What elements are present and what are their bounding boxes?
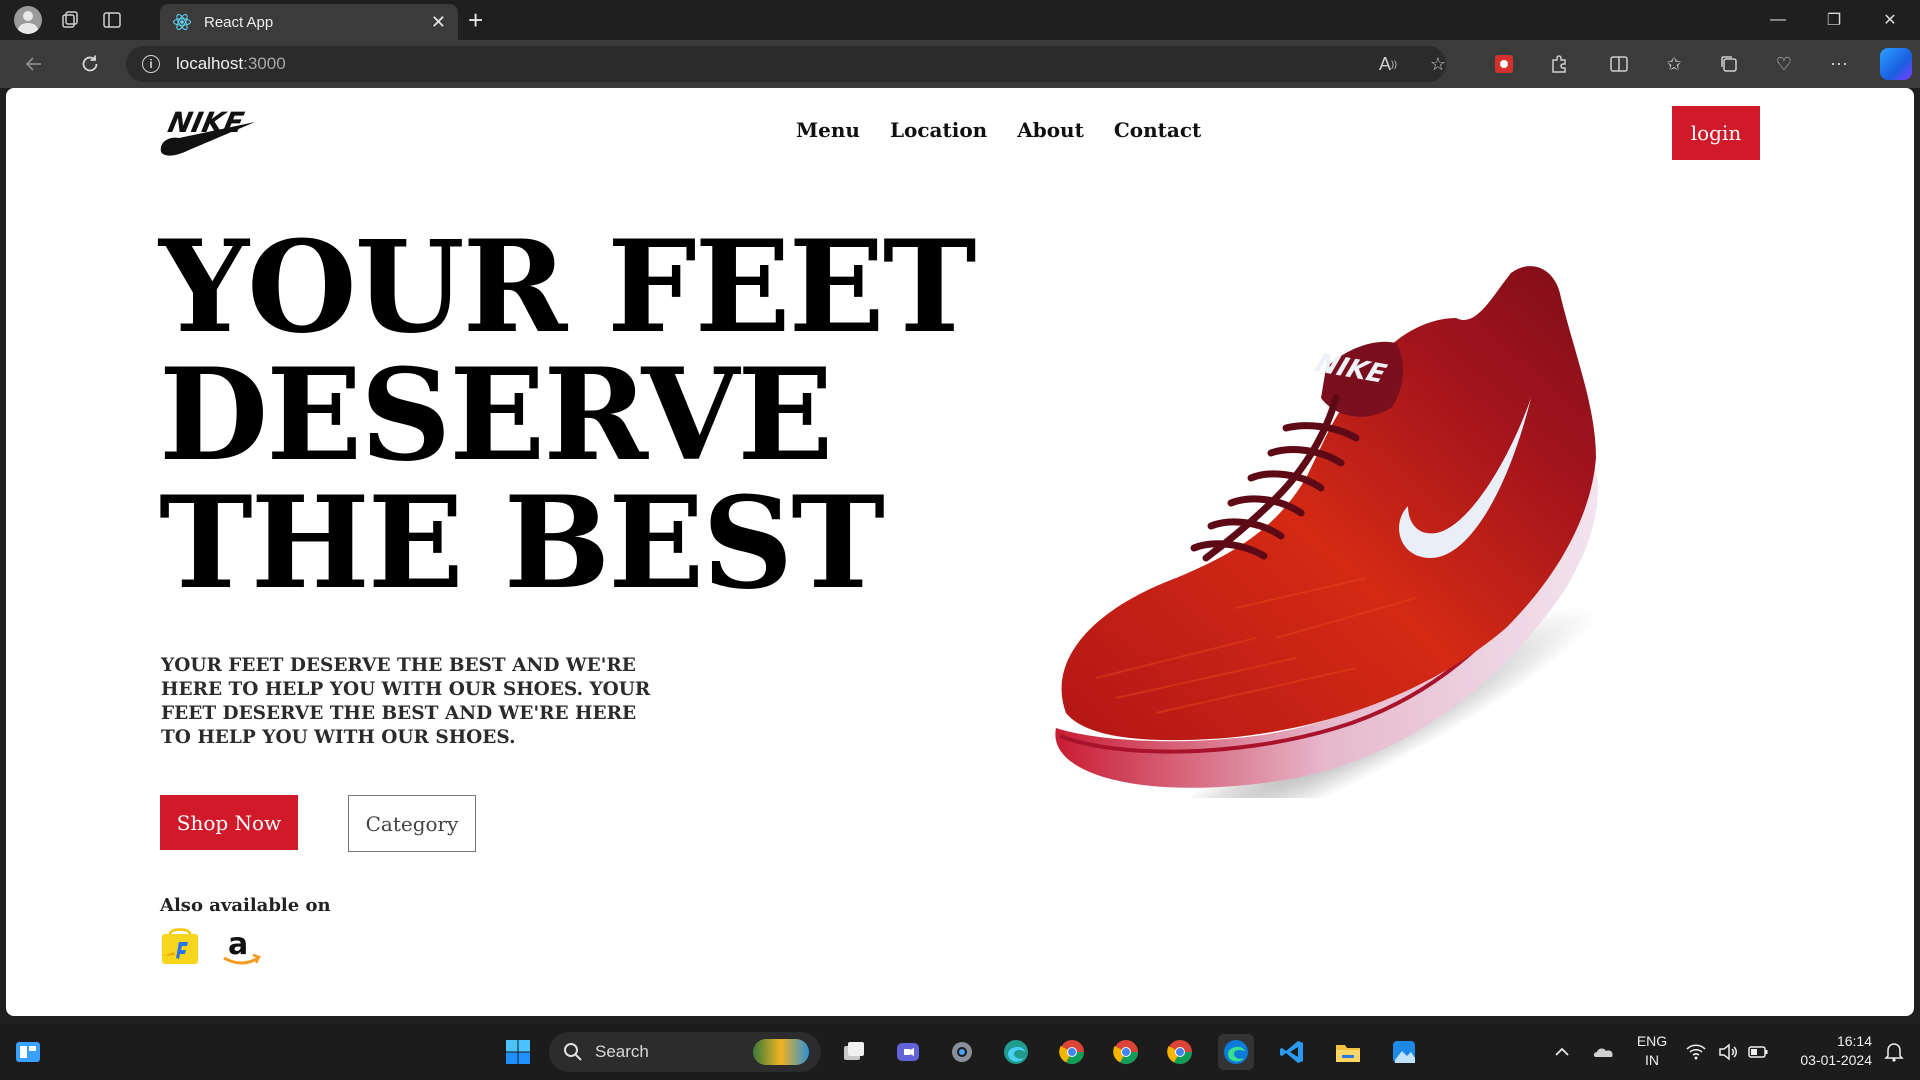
- favorites-icon[interactable]: ✩: [1660, 50, 1688, 78]
- page-viewport: NIKE Menu Location About Contact login Y…: [6, 88, 1914, 1016]
- category-button[interactable]: Category: [348, 795, 476, 852]
- shoe-image: NIKE: [1055, 266, 1598, 798]
- file-explorer-icon[interactable]: [1330, 1034, 1366, 1070]
- split-screen-icon[interactable]: [1605, 50, 1633, 78]
- nav-link-menu[interactable]: Menu: [796, 118, 860, 142]
- edge-icon[interactable]: [1218, 1034, 1254, 1070]
- language-label: ENG: [1636, 1033, 1668, 1049]
- onedrive-icon[interactable]: [1586, 1034, 1622, 1070]
- restore-button[interactable]: ❐: [1806, 0, 1862, 40]
- more-options-icon[interactable]: ⋯: [1825, 50, 1853, 78]
- settings-gear-icon[interactable]: [944, 1034, 980, 1070]
- tab-title: React App: [204, 13, 274, 31]
- chrome-profile-icon[interactable]: [1108, 1034, 1144, 1070]
- refresh-button[interactable]: [76, 50, 104, 78]
- edge-beta-icon[interactable]: [998, 1034, 1034, 1070]
- hero-line-3: THE BEST: [159, 469, 885, 617]
- amazon-icon[interactable]: a: [220, 926, 264, 968]
- new-tab-button[interactable]: +: [468, 6, 483, 34]
- url-host: localhost: [176, 54, 244, 73]
- close-tab-icon[interactable]: ✕: [431, 12, 446, 33]
- main-nav: Menu Location About Contact: [796, 118, 1201, 142]
- url-port: :3000: [243, 54, 286, 73]
- favorite-star-icon[interactable]: ☆: [1424, 50, 1452, 78]
- login-button[interactable]: login: [1672, 106, 1760, 160]
- start-windows-icon[interactable]: [500, 1034, 536, 1070]
- hero-line-1: YOUR FEET: [159, 213, 976, 361]
- clock-time: 16:14: [1836, 1033, 1872, 1049]
- nav-link-contact[interactable]: Contact: [1114, 118, 1201, 142]
- search-label: Search: [595, 1042, 649, 1061]
- task-view-icon[interactable]: [836, 1034, 872, 1070]
- collections-icon[interactable]: [1715, 50, 1743, 78]
- notifications-icon[interactable]: [1876, 1034, 1912, 1070]
- copilot-icon[interactable]: [1880, 48, 1912, 80]
- battery-icon[interactable]: [1740, 1034, 1776, 1070]
- taskbar-search[interactable]: Search: [549, 1032, 821, 1072]
- nav-link-location[interactable]: Location: [890, 118, 987, 142]
- chrome-alt-icon[interactable]: [1162, 1034, 1198, 1070]
- hero-heading: YOUR FEET DESERVE THE BEST: [159, 213, 976, 617]
- minimize-button[interactable]: —: [1750, 0, 1806, 40]
- react-icon: [173, 13, 191, 31]
- show-hidden-icons-chevron[interactable]: [1544, 1034, 1580, 1070]
- browser-essentials-icon[interactable]: ♡: [1770, 50, 1798, 78]
- hero-line-2: DESERVE: [159, 341, 833, 489]
- region-label: IN: [1645, 1052, 1659, 1068]
- svg-text:a: a: [228, 927, 248, 962]
- language-indicator[interactable]: ENG IN: [1632, 1032, 1672, 1070]
- profile-icon[interactable]: [14, 6, 42, 34]
- flipkart-icon[interactable]: [160, 926, 200, 966]
- photos-icon[interactable]: [1386, 1034, 1422, 1070]
- vscode-icon[interactable]: [1274, 1034, 1310, 1070]
- extension-red-icon[interactable]: [1490, 50, 1518, 78]
- chrome-icon[interactable]: [1054, 1034, 1090, 1070]
- nike-logo-icon[interactable]: NIKE: [159, 102, 259, 158]
- read-aloud-icon[interactable]: A)): [1374, 50, 1402, 78]
- hero-description: YOUR FEET DESERVE THE BEST AND WE'RE HER…: [161, 655, 651, 748]
- vertical-tabs-icon[interactable]: [98, 6, 126, 34]
- widgets-icon[interactable]: [10, 1034, 46, 1070]
- workspaces-icon[interactable]: [56, 6, 84, 34]
- clock-date: 03-01-2024: [1800, 1052, 1872, 1068]
- wifi-icon[interactable]: [1678, 1034, 1714, 1070]
- back-button[interactable]: [20, 50, 48, 78]
- site-info-icon[interactable]: i: [142, 55, 160, 73]
- teams-icon[interactable]: [890, 1034, 926, 1070]
- browser-tab-active[interactable]: React App ✕: [160, 4, 458, 40]
- nav-link-about[interactable]: About: [1017, 118, 1084, 142]
- url-bar[interactable]: i localhost :3000: [126, 46, 1446, 82]
- search-icon: [564, 1043, 582, 1061]
- search-highlight-icon: [753, 1039, 809, 1065]
- also-available-label: Also available on: [160, 895, 331, 916]
- close-window-button[interactable]: ✕: [1862, 0, 1918, 40]
- extensions-icon[interactable]: [1545, 50, 1573, 78]
- clock[interactable]: 16:14 03-01-2024: [1780, 1032, 1872, 1070]
- shop-now-button[interactable]: Shop Now: [160, 795, 298, 850]
